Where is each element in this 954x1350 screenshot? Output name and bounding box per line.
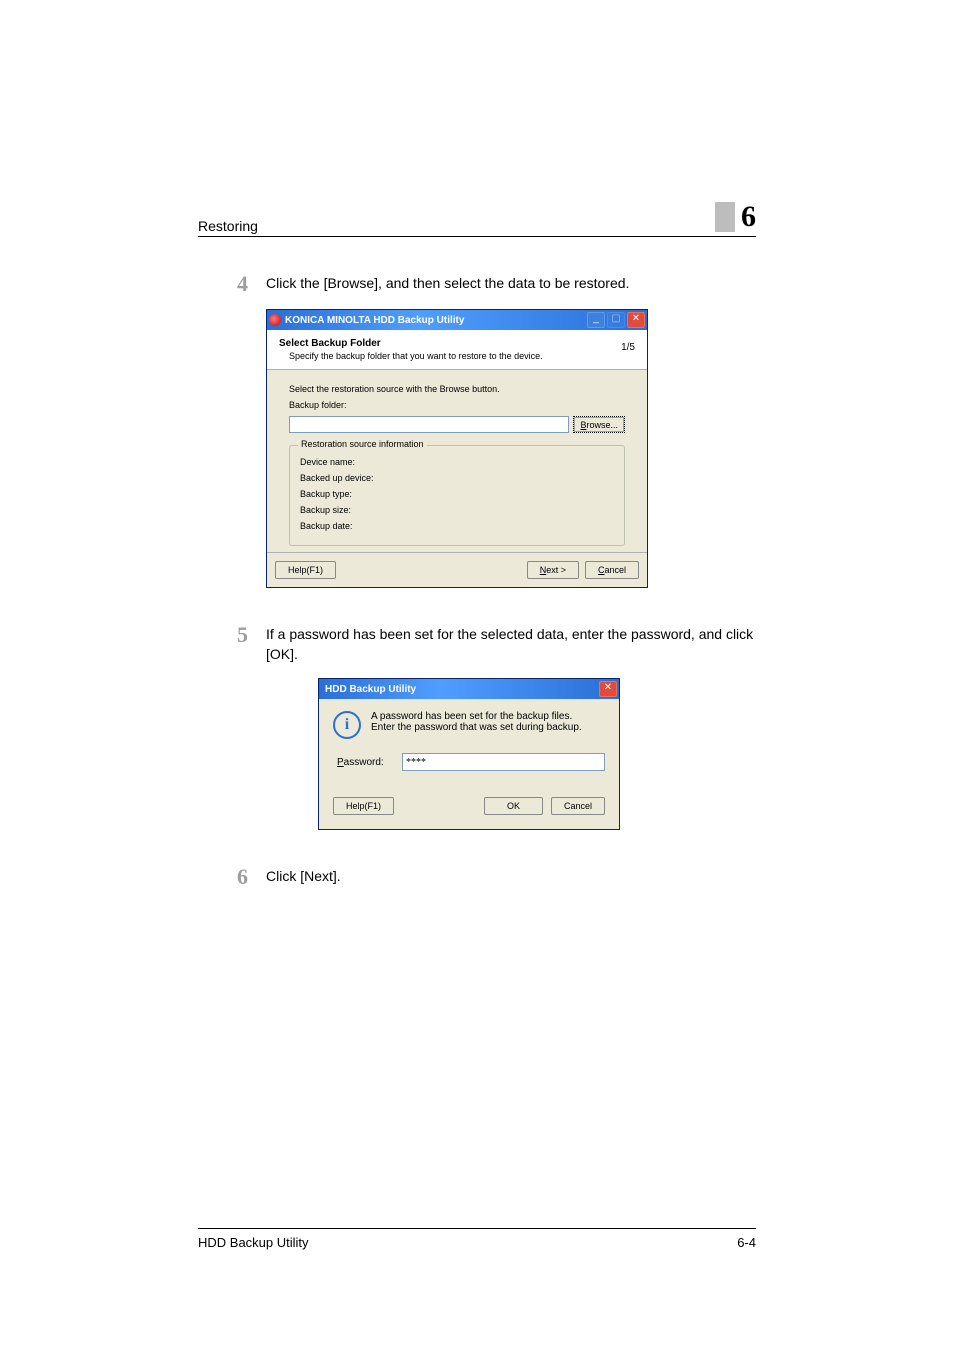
app-icon (269, 314, 281, 326)
step-number-6: 6 (198, 866, 266, 888)
backup-size-label: Backup size: (300, 505, 388, 518)
pw-ok-button[interactable]: OK (484, 797, 543, 815)
pw-close-button[interactable]: ✕ (599, 681, 617, 697)
pw-message-line1: A password has been set for the backup f… (371, 711, 582, 722)
cancel-button[interactable]: Cancel (585, 561, 639, 579)
chapter-badge: 6 (715, 200, 756, 234)
window-title: KONICA MINOLTA HDD Backup Utility (285, 315, 587, 326)
pw-cancel-button[interactable]: Cancel (551, 797, 605, 815)
chapter-number: 6 (735, 200, 756, 234)
info-icon: i (333, 711, 361, 739)
pw-help-button[interactable]: Help(F1) (333, 797, 394, 815)
step-number-5: 5 (198, 624, 266, 664)
step-text-6: Click [Next]. (266, 866, 756, 888)
backed-up-device-label: Backed up device: (300, 473, 388, 486)
wizard-instruction: Select the restoration source with the B… (289, 384, 625, 394)
pw-message-line2: Enter the password that was set during b… (371, 722, 582, 733)
close-button[interactable]: ✕ (627, 312, 645, 328)
help-button[interactable]: Help(F1) (275, 561, 336, 579)
step-text-4: Click the [Browse], and then select the … (266, 273, 756, 295)
backup-date-value (388, 521, 614, 534)
pw-window-title: HDD Backup Utility (321, 684, 599, 695)
pw-titlebar: HDD Backup Utility ✕ (319, 679, 619, 699)
titlebar: KONICA MINOLTA HDD Backup Utility _ ▢ ✕ (267, 310, 647, 330)
password-label: Password: (337, 757, 392, 768)
page-section-title: Restoring (198, 218, 258, 234)
step-text-5: If a password has been set for the selec… (266, 624, 756, 664)
step-number-4: 4 (198, 273, 266, 295)
device-name-label: Device name: (300, 457, 388, 470)
backup-folder-input[interactable] (289, 416, 569, 433)
browse-button-label: Browse... (580, 420, 618, 430)
next-button[interactable]: Next > (527, 561, 579, 579)
device-name-value (388, 457, 614, 470)
minimize-button[interactable]: _ (587, 312, 605, 328)
wizard-heading: Select Backup Folder (279, 338, 543, 349)
footer-left: HDD Backup Utility (198, 1235, 309, 1250)
restoration-info-group: Restoration source information Device na… (289, 445, 625, 546)
backup-type-value (388, 489, 614, 502)
backup-size-value (388, 505, 614, 518)
backed-up-device-value (388, 473, 614, 486)
wizard-step-counter: 1/5 (621, 338, 635, 361)
backup-date-label: Backup date: (300, 521, 388, 534)
password-input[interactable] (402, 753, 605, 771)
groupbox-title: Restoration source information (298, 439, 427, 449)
footer-right: 6-4 (737, 1235, 756, 1250)
wizard-window: KONICA MINOLTA HDD Backup Utility _ ▢ ✕ … (266, 309, 648, 588)
browse-button[interactable]: Browse... (573, 416, 625, 433)
wizard-subheading: Specify the backup folder that you want … (279, 349, 543, 361)
backup-folder-label: Backup folder: (289, 400, 625, 410)
backup-type-label: Backup type: (300, 489, 388, 502)
password-dialog: HDD Backup Utility ✕ i A password has be… (318, 678, 620, 830)
maximize-button[interactable]: ▢ (607, 312, 625, 328)
